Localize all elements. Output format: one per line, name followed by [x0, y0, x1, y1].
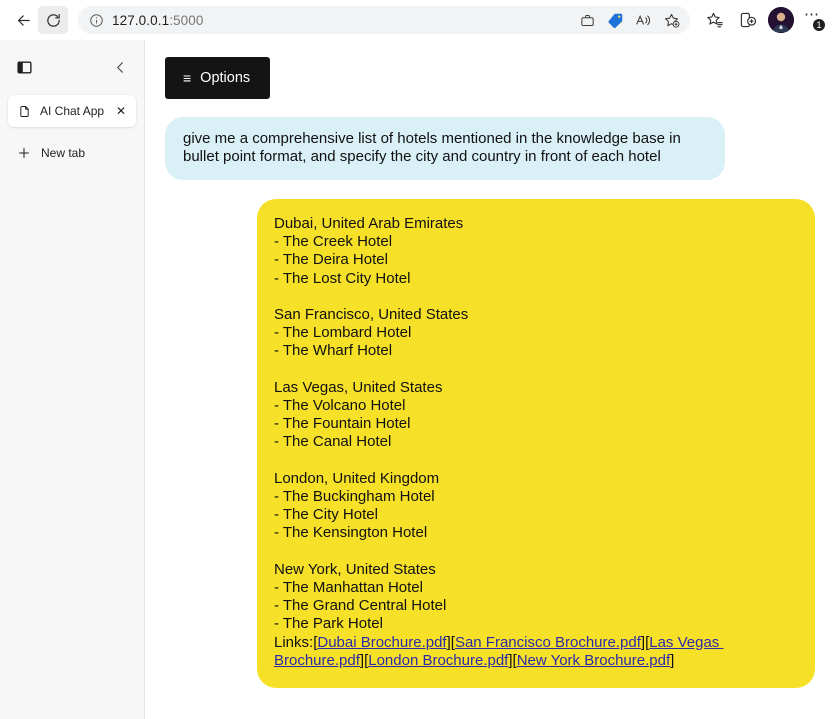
more-dots-icon: ⋯: [804, 6, 820, 23]
new-tab-label: New tab: [41, 146, 86, 160]
assistant-hotel-line: - The Canal Hotel: [274, 433, 392, 451]
assistant-hotel-line: - The Deira Hotel: [274, 251, 388, 269]
briefcase-icon[interactable]: [574, 8, 600, 32]
chevron-left-icon: [116, 61, 123, 73]
assistant-hotel-line: - The Lombard Hotel: [274, 324, 412, 342]
assistant-hotel-line: - The Lost City Hotel: [274, 269, 411, 287]
user-message-bubble: give me a comprehensive list of hotels m…: [165, 117, 725, 181]
brochure-link[interactable]: New York Brochure.pdf: [517, 652, 670, 669]
page-content: ≡ Options give me a comprehensive list o…: [146, 40, 833, 719]
vertical-tab-sidebar: AI Chat App ✕ New tab: [0, 40, 145, 719]
more-options-button[interactable]: ⋯ 1: [799, 6, 825, 34]
assistant-hotel-line: - The Creek Hotel: [274, 233, 393, 251]
avatar: [768, 7, 794, 33]
url-port: :5000: [169, 12, 204, 28]
assistant-hotel-line: - The Fountain Hotel: [274, 415, 411, 433]
assistant-location-line: London, United Kingdom: [274, 469, 440, 487]
brochure-link[interactable]: San Francisco Brochure.pdf: [455, 634, 641, 651]
assistant-hotel-line: - The Buckingham Hotel: [274, 488, 435, 505]
assistant-location-line: San Francisco, United States: [274, 306, 469, 323]
back-button[interactable]: [8, 6, 38, 34]
reload-icon: [46, 13, 60, 27]
assistant-blank-line: [274, 452, 801, 470]
address-bar[interactable]: 127.0.0.1:5000: [78, 6, 690, 34]
profile-avatar-button[interactable]: [766, 6, 796, 34]
brochure-link[interactable]: London Brochure.pdf: [368, 652, 508, 669]
more-badge: 1: [813, 19, 825, 31]
assistant-hotel-line: - The Volcano Hotel: [274, 397, 406, 414]
assistant-message-bubble: Dubai, United Arab Emirates - The Creek H…: [257, 199, 815, 689]
assistant-hotel-line: - The Kensington Hotel: [274, 524, 428, 542]
site-info-icon[interactable]: [86, 10, 106, 30]
sidebar-header: [0, 49, 144, 85]
toolbar-right-icons: ⋯ 1: [700, 6, 825, 34]
assistant-location-line: Las Vegas, United States: [274, 378, 443, 396]
assistant-location-line: Dubai, United Arab Emirates: [274, 215, 464, 232]
brochure-link[interactable]: Dubai Brochure.pdf: [317, 634, 446, 651]
assistant-hotel-line: - The Park Hotel: [274, 615, 383, 633]
add-favorite-star-icon[interactable]: [658, 8, 684, 32]
hamburger-icon: ≡: [183, 70, 192, 86]
assistant-hotel-line: - The City Hotel: [274, 506, 378, 524]
back-arrow-icon: [17, 14, 30, 26]
url-text: 127.0.0.1:5000: [112, 13, 574, 28]
plus-icon: [16, 145, 32, 161]
close-tab-icon[interactable]: ✕: [113, 103, 129, 119]
url-host: 127.0.0.1: [112, 12, 170, 28]
reload-button[interactable]: [38, 6, 68, 34]
assistant-blank-line: [274, 543, 801, 561]
options-button[interactable]: ≡ Options: [165, 57, 271, 99]
collapse-sidebar-button[interactable]: [108, 55, 132, 79]
assistant-hotel-line: - The Grand Central Hotel: [274, 597, 447, 615]
assistant-links-line: Links:[Dubai Brochure.pdf][San Francisco…: [274, 633, 724, 669]
sidebar-tab-ai-chat-app[interactable]: AI Chat App ✕: [8, 95, 136, 127]
read-aloud-icon[interactable]: [630, 8, 656, 32]
assistant-blank-line: [274, 361, 801, 379]
assistant-hotel-line: - The Manhattan Hotel: [274, 579, 423, 596]
user-message-text: give me a comprehensive list of hotels m…: [183, 130, 681, 166]
options-button-label: Options: [200, 70, 251, 86]
links-label: Links:: [274, 633, 314, 651]
assistant-hotel-line: - The Wharf Hotel: [274, 342, 393, 360]
sidebar-panel-icon[interactable]: [12, 55, 36, 79]
assistant-blank-line: [274, 288, 801, 306]
page-icon: [16, 103, 32, 119]
split-screen-icon[interactable]: [733, 6, 763, 34]
browser-toolbar: 127.0.0.1:5000 ⋯ 1: [0, 0, 833, 40]
shopping-tag-icon[interactable]: [602, 8, 628, 32]
assistant-location-line: New York, United States: [274, 560, 436, 578]
sidebar-tab-title: AI Chat App: [40, 104, 105, 118]
assistant-message-body: Dubai, United Arab Emirates - The Creek H…: [274, 215, 801, 670]
address-bar-icons: [574, 8, 684, 32]
new-tab-button[interactable]: New tab: [8, 138, 136, 168]
favorites-list-icon[interactable]: [700, 6, 730, 34]
